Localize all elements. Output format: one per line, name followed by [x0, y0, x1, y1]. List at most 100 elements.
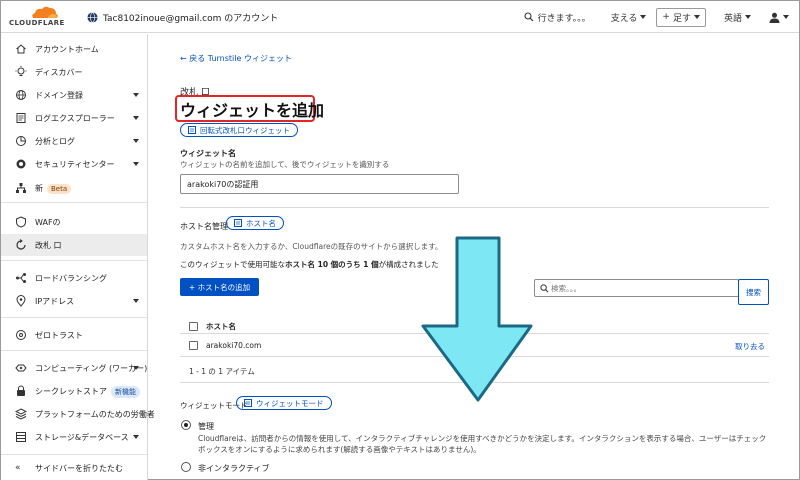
shield-icon — [16, 159, 26, 169]
column-header-hostname: ホスト名 — [206, 322, 236, 331]
hostname-search[interactable] — [534, 279, 739, 297]
select-all-checkbox[interactable] — [189, 322, 198, 331]
global-search[interactable]: 行きます。。。 — [524, 11, 591, 24]
sidebar-divider — [1, 260, 147, 261]
sidebar-item-discover[interactable]: ディスカバー — [1, 61, 147, 83]
chevron-down-icon — [133, 139, 139, 143]
sidebar-item-label: IPアドレス — [35, 297, 75, 306]
sidebar-item-label: WAFの — [35, 218, 61, 227]
zero-trust-icon — [16, 330, 26, 340]
sidebar-item-load-balancing[interactable]: ロードバランシング — [1, 267, 147, 289]
sidebar: アカウントホーム ディスカバー ドメイン登録 ログエクスプローラー 分析とログ … — [1, 34, 155, 480]
chevron-down-icon — [783, 15, 789, 19]
page-title: ウィジェットを追加 — [180, 101, 325, 120]
language-menu[interactable]: 英語 — [724, 11, 751, 24]
sidebar-divider — [1, 350, 147, 351]
sidebar-item-label: セキュリティセンター — [35, 160, 115, 169]
chevron-down-icon — [640, 15, 647, 19]
globe-icon — [87, 11, 98, 23]
main-content: ← 戻る Turnstile ウィジェット 改札 口 ウィジェットを追加 回転式… — [149, 34, 799, 480]
sidebar-item-account-home[interactable]: アカウントホーム — [1, 38, 147, 60]
sidebar-item-storage-databases[interactable]: ストレージ&データベース — [1, 426, 147, 448]
sidebar-item-workers-for-platforms[interactable]: プラットフォームのための労働者 — [1, 403, 155, 425]
sidebar-item-compute-workers[interactable]: コンピューティング (ワーカー) — [1, 357, 147, 379]
beta-badge: Beta — [47, 184, 72, 194]
sidebar-item-analytics[interactable]: 分析とログ — [1, 130, 147, 152]
hostname-help: カスタムホスト名を入力するか、Cloudflareの既存のサイトから選択します。 — [180, 242, 443, 251]
storage-icon — [16, 432, 26, 442]
search-icon — [540, 284, 549, 293]
back-link[interactable]: ← 戻る Turnstile ウィジェット — [180, 53, 292, 64]
support-label: 支える — [610, 13, 638, 24]
turnstile-widget-docs-pill[interactable]: 回転式改札口ウィジェット — [180, 123, 298, 137]
global-search-label: 行きます。。。 — [537, 13, 591, 24]
collapse-sidebar-button[interactable]: « サイドバーを折りたたむ — [1, 454, 147, 480]
globe-icon — [16, 90, 26, 100]
non-interactive-mode-title: 非インタラクティブ — [198, 464, 270, 473]
sidebar-item-label: ストレージ&データベース — [35, 433, 129, 442]
chevron-down-icon — [133, 93, 139, 97]
add-hostname-button[interactable]: + ホスト名の追加 — [180, 278, 259, 296]
add-menu[interactable]: + 足す — [656, 7, 706, 27]
turnstile-icon — [16, 239, 26, 250]
sidebar-item-label: ロードバランシング — [35, 274, 107, 283]
cloudflare-logo[interactable]: CLOUDFLARE — [9, 5, 75, 29]
sidebar-item-label: シークレットストア 新機能 — [35, 386, 140, 398]
sidebar-item-new[interactable]: 新 Beta — [1, 177, 147, 199]
sidebar-item-label: プラットフォームのための労働者 — [35, 410, 155, 419]
support-menu[interactable]: 支える — [611, 11, 647, 24]
search-button[interactable]: 捜索 — [738, 279, 769, 305]
sitemap-icon — [16, 183, 26, 193]
secret-store-icon — [17, 385, 25, 396]
docs-icon — [244, 399, 252, 407]
sidebar-item-ip-addresses[interactable]: IPアドレス — [1, 290, 147, 312]
pagination-info: 1 - 1 の 1 アイテム — [189, 367, 255, 376]
sidebar-item-label: 改札 口 — [35, 241, 62, 250]
chevron-down-icon — [745, 15, 751, 19]
widget-name-input[interactable]: arakoki70の認証用 — [180, 174, 459, 194]
sidebar-item-turnstile[interactable]: 改札 口 — [1, 234, 147, 256]
plus-icon: + — [662, 12, 670, 22]
sidebar-divider — [1, 202, 147, 203]
account-selector[interactable]: Tac8102inoue@gmail.com のアカウント — [87, 10, 278, 24]
sidebar-item-zero-trust[interactable]: ゼロトラスト — [1, 324, 147, 346]
section-divider — [180, 207, 769, 208]
chevron-down-icon — [133, 435, 139, 439]
pill-label: ウィジェットモード — [256, 398, 324, 408]
sidebar-item-label: ディスカバー — [35, 68, 83, 77]
hostname-count: このウィジェットで使用可能なホスト名 10 個のうち 1 個が構成されました — [180, 260, 439, 269]
sidebar-item-domain-registration[interactable]: ドメイン登録 — [1, 84, 147, 106]
hostname-docs-pill[interactable]: ホスト名 — [226, 216, 284, 230]
lightbulb-icon — [15, 66, 27, 76]
sidebar-item-label: 分析とログ — [35, 137, 75, 146]
pill-label: 回転式改札口ウィジェット — [200, 125, 290, 135]
new-feature-badge: 新機能 — [111, 386, 140, 398]
account-name: Tac8102inoue@gmail.com のアカウント — [103, 13, 279, 24]
chevron-down-icon — [133, 162, 139, 166]
sidebar-item-log-explorer[interactable]: ログエクスプローラー — [1, 107, 147, 129]
location-pin-icon — [16, 295, 26, 307]
load-balancing-icon — [16, 273, 26, 283]
sidebar-item-secret-store[interactable]: シークレットストア 新機能 — [1, 380, 147, 402]
arrow-down-icon — [421, 236, 533, 402]
home-icon — [16, 44, 26, 54]
widget-mode-docs-pill[interactable]: ウィジェットモード — [236, 396, 332, 410]
sidebar-item-waf[interactable]: WAFの — [1, 211, 147, 233]
remove-hostname-link[interactable]: 取り去る — [735, 341, 765, 352]
non-interactive-mode-radio[interactable] — [181, 462, 191, 472]
pill-label: ホスト名 — [246, 218, 276, 228]
chevron-down-icon — [133, 299, 139, 303]
hostname-cell: arakoki70.com — [206, 341, 262, 350]
search-icon — [524, 12, 534, 22]
language-label: 英語 — [723, 13, 742, 24]
widget-name-help: ウィジェットの名前を追加して、後でウィジェットを識別する — [180, 160, 390, 169]
sidebar-item-label: ログエクスプローラー — [35, 114, 115, 123]
row-checkbox[interactable] — [189, 341, 198, 350]
sidebar-item-security-center[interactable]: セキュリティセンター — [1, 153, 147, 175]
managed-mode-radio[interactable] — [181, 420, 191, 430]
user-menu[interactable] — [769, 12, 789, 23]
add-label: 足す — [672, 13, 691, 24]
hostname-search-input[interactable] — [551, 282, 731, 294]
sidebar-item-label: アカウントホーム — [35, 45, 99, 54]
waf-icon — [16, 216, 26, 228]
